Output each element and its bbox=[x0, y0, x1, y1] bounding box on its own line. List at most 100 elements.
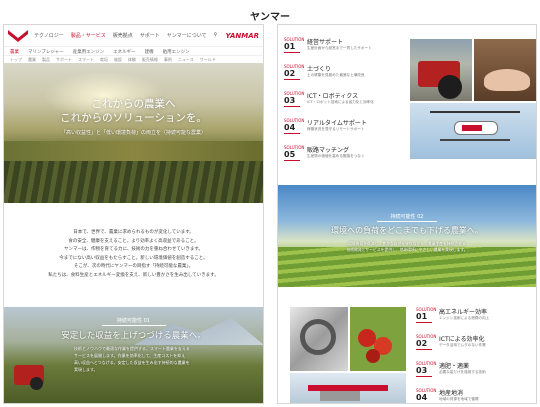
page-caption: ヤンマー bbox=[250, 12, 290, 23]
solution-number: 01 bbox=[284, 42, 300, 53]
crumb-item[interactable]: ワールド bbox=[200, 57, 216, 62]
subnav-construction[interactable]: 建機 bbox=[145, 49, 154, 55]
subnav-energy[interactable]: エネルギー bbox=[113, 49, 136, 55]
intro-line: 私たちは、食料生産とエネルギー変換を支え、新しい豊かさを生み出していきます。 bbox=[48, 272, 219, 278]
crumb-item[interactable]: ニュース bbox=[178, 57, 194, 62]
section-text: 技術とノウハウで最適な作業を提供する、スマート農業を支える サービスを展開します… bbox=[74, 345, 243, 373]
nav-about[interactable]: ヤンマーについて bbox=[167, 32, 207, 39]
solution-number: 01 bbox=[416, 312, 432, 323]
solution-desc: データ活用でムダのない作業 bbox=[439, 343, 486, 347]
section-text-line: サービスを展開します。作業を効率化して、生産コストを抑え bbox=[74, 353, 186, 358]
crumb-item[interactable]: 栽培 bbox=[100, 57, 108, 62]
solution-item[interactable]: SOLUTION 04 地産地消 地域の資源を地域で循環 bbox=[410, 388, 536, 403]
section-text-line: 高い収益へとつなげる。安定した収益を生み出す持続的な農業を bbox=[74, 360, 190, 365]
crumb-item[interactable]: 農業 bbox=[28, 57, 36, 62]
crumb-item[interactable]: 体験 bbox=[128, 57, 136, 62]
solution-item[interactable]: SOLUTION 01 経営サポート 生産計画から経営まで一貫したサポート bbox=[278, 37, 408, 64]
crumb-item[interactable]: 販売情報 bbox=[142, 57, 158, 62]
solution-item[interactable]: SOLUTION 04 リアルタイムサポート 稼働状況を見守るリモートサポート bbox=[278, 118, 408, 145]
solution-title: 経営サポート bbox=[307, 39, 344, 46]
solution-item[interactable]: SOLUTION 02 ICTによる効率化 データ活用でムダのない作業 bbox=[410, 334, 536, 361]
solution-number: 05 bbox=[284, 150, 300, 161]
intro-line: ヤンマーは、作物を育てる力に、技術の力を重ね合わせていきます。 bbox=[64, 247, 203, 252]
engine-photo bbox=[290, 307, 348, 371]
intro-line: 日本で、世界で、農業に求められるものが変化しています。 bbox=[73, 230, 194, 235]
solution-desc: 生産物の価値を高める販路をつなぐ bbox=[307, 154, 365, 158]
intro-line: 食の安全、健康を支えること。より効率よく高収益であること。 bbox=[68, 238, 199, 244]
main-nav: テクノロジー 製品・サービス 販売拠点 サポート ヤンマーについて ⚲ bbox=[34, 32, 226, 39]
crumb-item[interactable]: スマート bbox=[78, 57, 94, 62]
intro-line: そこが、次の時代にヤンマーの目指す「持続可能な農業」。 bbox=[73, 264, 194, 269]
sustainability-section-02: 持続可能性 02 環境への負荷をどこまでも下げる農業へ。 環境負荷を低減し、豊か… bbox=[278, 185, 536, 287]
solution-item[interactable]: SOLUTION 01 高エネルギー効率 エンジン技術による燃費の向上 bbox=[410, 307, 536, 334]
section-title: 安定した収益を上げつづける農業へ。 bbox=[61, 331, 206, 341]
sustainability-section-01: 持続可能性 01 安定した収益を上げつづける農業へ。 技術とノウハウで最適な作業… bbox=[4, 307, 263, 403]
solution-list-1: SOLUTION 01 経営サポート 生産計画から経営まで一貫したサポート SOLUT… bbox=[278, 37, 408, 172]
search-icon[interactable]: ⚲ bbox=[214, 32, 218, 39]
yanmar-logo-icon[interactable] bbox=[8, 29, 28, 42]
solution-item[interactable]: SOLUTION 02 土づくり 土の健康を見極めた最適な土壌改良 bbox=[278, 64, 408, 91]
solution-title: 適肥・適薬 bbox=[439, 363, 470, 370]
drone-photo bbox=[410, 103, 536, 159]
subnav-engine[interactable]: 産業用エンジン bbox=[73, 49, 105, 55]
section-badge: 持続可能性 01 bbox=[101, 317, 166, 326]
tractor-image bbox=[14, 365, 44, 390]
solution-desc: 生産計画から経営まで一貫したサポート bbox=[307, 46, 372, 50]
solution-title: 高エネルギー効率 bbox=[439, 309, 488, 316]
solution-number: 04 bbox=[416, 393, 432, 403]
right-screenshot: SOLUTION 01 経営サポート 生産計画から経営まで一貫したサポート SOLUT… bbox=[277, 24, 537, 404]
crumb-item[interactable]: 製品 bbox=[42, 57, 50, 62]
section-title: 環境への負荷をどこまでも下げる農業へ。 bbox=[331, 226, 483, 235]
solution-item[interactable]: SOLUTION 03 ICT・ロボティクス ICT・ロボット技術による省力化と効率化 bbox=[278, 91, 408, 118]
left-screenshot: テクノロジー 製品・サービス 販売拠点 サポート ヤンマーについて ⚲ YANM… bbox=[3, 24, 264, 404]
crumb-item[interactable]: トップ bbox=[10, 57, 22, 62]
solution-desc: 土の健康を見極めた最適な土壌改良 bbox=[307, 73, 365, 77]
hero-title-line-1: これからの農業へ bbox=[91, 98, 176, 110]
section-text-line: 実現します。 bbox=[74, 367, 98, 372]
hero-field-rows bbox=[4, 161, 263, 203]
solution-list-2: SOLUTION 01 高エネルギー効率 エンジン技術による燃費の向上 SOLUTIO… bbox=[410, 307, 536, 403]
intro-text: 日本で、世界で、農業に求められるものが変化しています。 食の安全、健康を支えるこ… bbox=[4, 203, 263, 280]
intro-line: 今までにない高い収益をもたらすこと。新しい環境価値を創造すること。 bbox=[59, 255, 208, 261]
nav-support[interactable]: サポート bbox=[140, 32, 160, 39]
sub-nav: 農業 マリンプレジャー 産業用エンジン エネルギー 建機 舶用エンジン bbox=[4, 47, 263, 56]
solution-desc: エンジン技術による燃費の向上 bbox=[439, 316, 490, 320]
solution-title: 土づくり bbox=[307, 66, 332, 73]
hero-title: これからの農業へこれからのソリューションを。 bbox=[4, 97, 263, 125]
solution-number: 03 bbox=[416, 366, 432, 377]
solution-number: 03 bbox=[284, 96, 300, 107]
hero-title-line-2: これからのソリューションを。 bbox=[60, 112, 207, 124]
nav-products[interactable]: 製品・サービス bbox=[71, 32, 106, 39]
subnav-marine[interactable]: マリンプレジャー bbox=[28, 49, 64, 55]
solution-desc: 地域の資源を地域で循環 bbox=[439, 397, 479, 401]
subnav-agri[interactable]: 農業 bbox=[10, 49, 19, 55]
machine-photo bbox=[290, 373, 406, 403]
solution-title: 地産地消 bbox=[439, 390, 464, 397]
solution-desc: ICT・ロボット技術による省力化と効率化 bbox=[307, 100, 374, 104]
vegetables-photo bbox=[350, 307, 406, 371]
hero-tagline: 「高い収益性」と「低い環境負荷」の両立を（持続可能な農業） bbox=[60, 130, 206, 136]
solution-title: 販路マッチング bbox=[307, 147, 350, 154]
crumb-item[interactable]: サポート bbox=[56, 57, 72, 62]
subnav-marine-engine[interactable]: 舶用エンジン bbox=[163, 49, 190, 55]
solution-title: ICTによる効率化 bbox=[439, 336, 485, 343]
terraced-field-image bbox=[278, 247, 536, 287]
solution-item[interactable]: SOLUTION 03 適肥・適薬 必要な量だけを施用する技術 bbox=[410, 361, 536, 388]
site-header: テクノロジー 製品・サービス 販売拠点 サポート ヤンマーについて ⚲ YANM… bbox=[4, 25, 263, 47]
nav-dealers[interactable]: 販売拠点 bbox=[113, 32, 133, 39]
tractor-photo bbox=[410, 39, 472, 101]
soil-photo bbox=[474, 39, 536, 101]
hero-treeline bbox=[4, 141, 263, 161]
nav-technology[interactable]: テクノロジー bbox=[34, 32, 64, 39]
crumb-item[interactable]: 事例 bbox=[164, 57, 172, 62]
solution-number: 02 bbox=[284, 69, 300, 80]
hero-banner: これからの農業へこれからのソリューションを。 「高い収益性」と「低い環境負荷」の… bbox=[4, 63, 263, 203]
breadcrumb: トップ 農業 製品 サポート スマート 栽培 施設 体験 販売情報 事例 ニュー… bbox=[4, 56, 263, 63]
solution-desc: 必要な量だけを施用する技術 bbox=[439, 370, 486, 374]
solution-desc: 稼働状況を見守るリモートサポート bbox=[307, 127, 365, 131]
section-text-line: 技術とノウハウで最適な作業を提供する、スマート農業を支える bbox=[74, 346, 190, 351]
brand-wordmark[interactable]: YANMAR bbox=[226, 32, 259, 40]
crumb-item[interactable]: 施設 bbox=[114, 57, 122, 62]
solution-number: 04 bbox=[284, 123, 300, 134]
solution-item[interactable]: SOLUTION 05 販路マッチング 生産物の価値を高める販路をつなぐ bbox=[278, 145, 408, 172]
